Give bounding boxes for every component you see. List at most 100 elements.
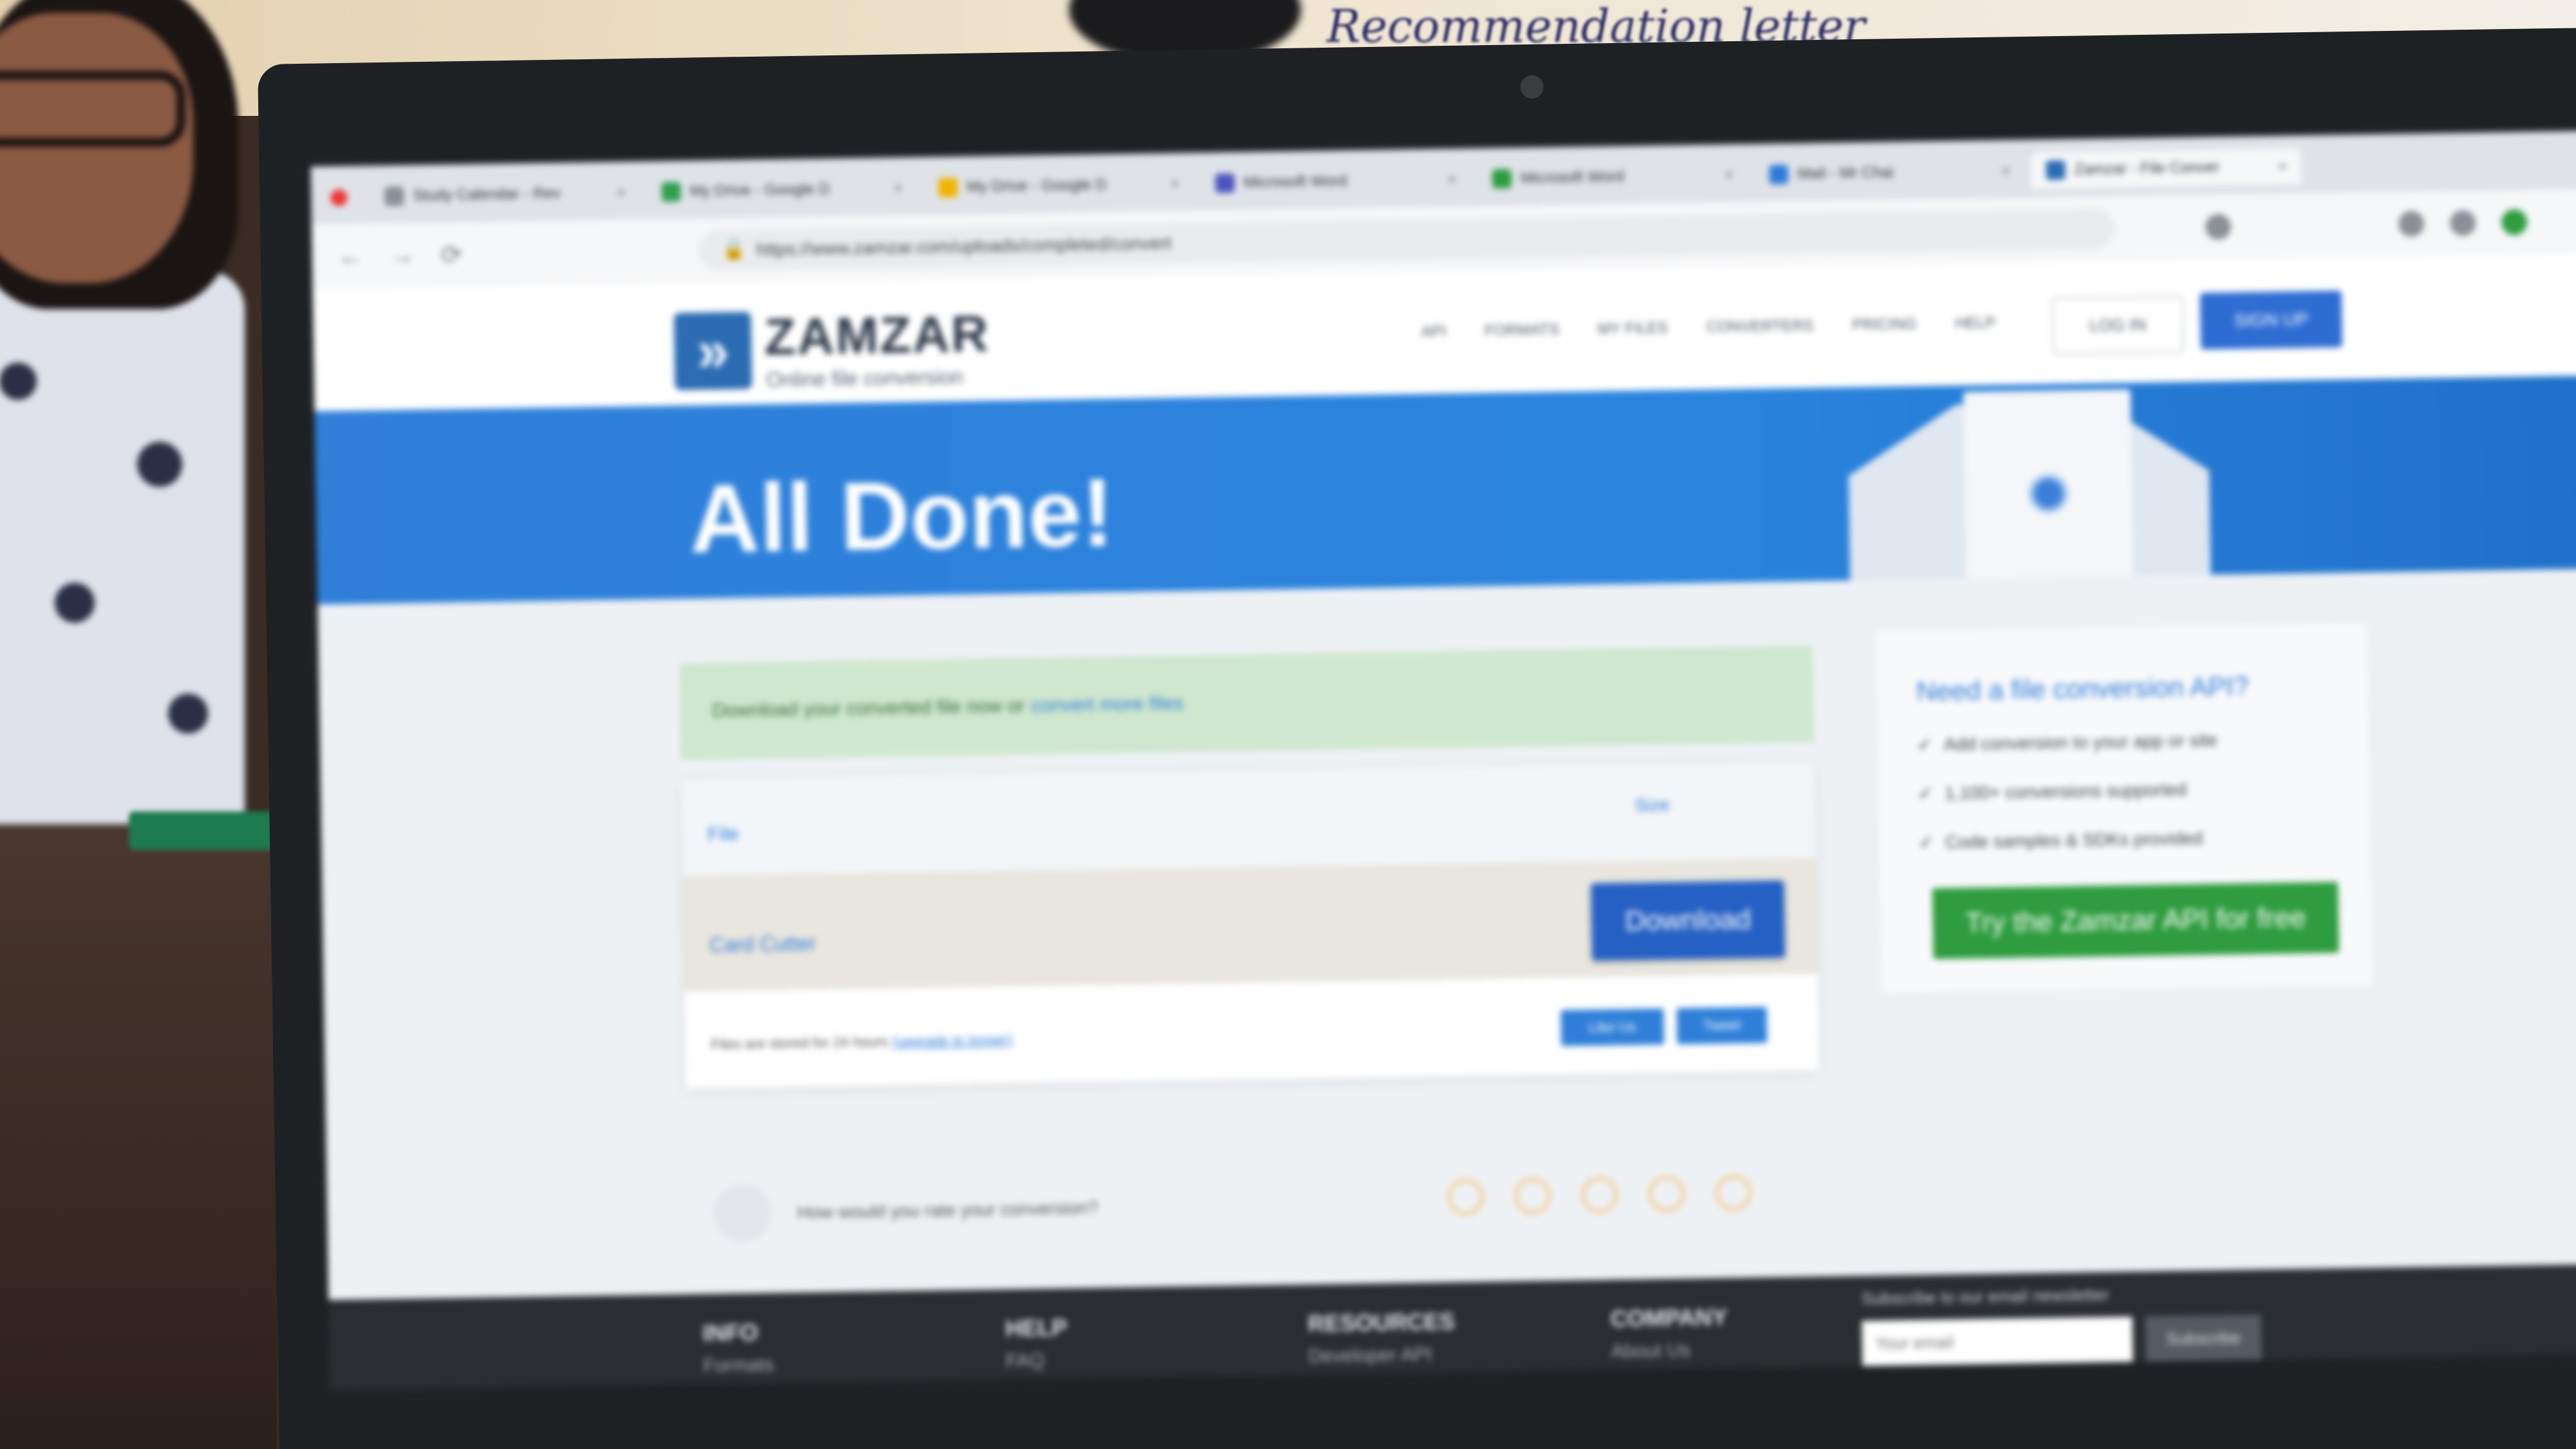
like-button[interactable]: Like Us (1560, 1008, 1665, 1046)
rating-question: How would you rate your conversion? (797, 1197, 1099, 1223)
email-input[interactable] (1861, 1316, 2134, 1367)
nav-link[interactable]: HELP (1955, 314, 1996, 333)
url-text: https://www.zamzar.com/uploads/completed… (756, 232, 1172, 260)
tab-close-icon[interactable]: × (2278, 158, 2287, 175)
rating-star-icon[interactable] (1648, 1175, 1685, 1213)
tab-favicon-icon (384, 186, 404, 206)
tab-favicon-icon (2045, 160, 2066, 180)
try-api-button[interactable]: Try the Zamzar API for free (1932, 882, 2340, 960)
api-feature-item: ✓ Code samples & SDKs provided (1918, 828, 2203, 853)
tab-close-icon[interactable]: × (894, 180, 902, 196)
person-face (0, 13, 193, 283)
file-row: Card Cutter Download (682, 858, 1818, 992)
file-name-label[interactable]: Card Cutter (709, 932, 816, 958)
tab-label: My Drive - Google D (966, 176, 1107, 196)
file-dot-icon (2029, 473, 2069, 513)
file-column-header: File (707, 823, 739, 846)
browser-tab[interactable]: Microsoft Word × (1200, 161, 1471, 202)
person-shirt (0, 270, 245, 824)
download-button[interactable]: Download (1591, 880, 1786, 961)
api-feature-item: ✓ 1,100+ conversions supported (1918, 779, 2187, 804)
webcam-icon (1520, 75, 1544, 99)
browser-tab[interactable]: Microsoft Word × (1477, 157, 1748, 198)
nav-link[interactable]: API (1421, 323, 1446, 341)
tab-favicon-icon (1215, 173, 1235, 193)
zamzar-logo-icon[interactable]: » (674, 312, 753, 390)
bookmark-icon[interactable] (2205, 213, 2231, 240)
person-glasses (0, 71, 185, 147)
storage-note-text: Files are stored for 24 hours (710, 1033, 889, 1053)
subscribe-button[interactable]: Subscribe (2145, 1314, 2262, 1362)
laptop-screen: Study Calendar - Rev × My Drive - Google D… (310, 130, 2576, 1390)
footer-link[interactable]: Formats (703, 1354, 775, 1378)
tab-close-icon[interactable]: × (2002, 162, 2010, 179)
storage-note: Files are stored for 24 hours (upgrade t… (711, 1032, 1013, 1053)
browser-tab[interactable]: Mail - Mr Chai × (1754, 153, 2025, 193)
api-feature-label: 1,100+ conversions supported (1944, 779, 2187, 803)
browser-tab[interactable]: Zamzar - File Conver × (2030, 148, 2302, 189)
tab-favicon-icon (938, 177, 958, 198)
browser-tab[interactable]: My Drive - Google D × (923, 166, 1194, 206)
nav-link[interactable]: MY FILES (1598, 319, 1668, 339)
rating-star-icon[interactable] (1514, 1177, 1551, 1215)
tab-label: My Drive - Google D (689, 180, 830, 200)
window-close-icon[interactable] (330, 189, 348, 207)
tab-favicon-icon (661, 182, 681, 202)
login-button[interactable]: LOG IN (2052, 296, 2184, 355)
tab-label: Zamzar - File Conver (2074, 158, 2220, 178)
newsletter-label: Subscribe to our email newsletter (1861, 1285, 2109, 1309)
browser-tab[interactable]: My Drive - Google D × (646, 170, 917, 211)
footer-link[interactable]: FAQ (1006, 1350, 1045, 1372)
file-table-header: File Size (681, 761, 1816, 876)
back-icon[interactable]: ← (337, 242, 364, 271)
tab-label: Microsoft Word (1243, 172, 1348, 191)
footer-link[interactable]: Developer API (1308, 1344, 1432, 1368)
tab-favicon-icon (1492, 169, 1512, 189)
forward-icon[interactable]: → (389, 241, 415, 270)
footer-link[interactable]: About Us (1611, 1340, 1690, 1363)
tab-label: Study Calendar - Rev (413, 184, 561, 205)
nav-link[interactable]: FORMATS (1484, 321, 1559, 340)
reload-icon[interactable]: ⟳ (440, 240, 462, 270)
tab-close-icon[interactable]: × (1171, 176, 1179, 193)
lock-icon: 🔒 (721, 239, 746, 261)
laptop: Study Calendar - Rev × My Drive - Google D… (258, 26, 2576, 1449)
profile-icon[interactable] (2501, 209, 2528, 236)
tweet-button[interactable]: Tweet (1676, 1007, 1768, 1045)
logo-text[interactable]: ZAMZAR (764, 304, 990, 366)
green-object (129, 811, 277, 850)
footer-column-title: INFO (702, 1319, 759, 1347)
extension-icon[interactable] (2398, 211, 2425, 237)
api-title[interactable]: Need a file conversion API? (1916, 671, 2249, 707)
rating-badge-icon (713, 1183, 772, 1243)
puzzle-icon[interactable] (2449, 209, 2476, 236)
success-message: Download your converted file now or conv… (679, 645, 1814, 760)
main-nav: API FORMATS MY FILES CONVERTERS PRICING HELP (1421, 314, 1996, 341)
footer-column-title: COMPANY (1610, 1303, 1728, 1332)
banner-title: All Done! (688, 458, 1115, 573)
signup-button[interactable]: SIGN UP (2199, 290, 2343, 350)
site-footer: INFO Formats HELP FAQ RESOURCES Developer API… (328, 1263, 2576, 1390)
api-feature-item: ✓ Add conversion to your app or site (1917, 729, 2218, 755)
browser-tab[interactable]: Study Calendar - Rev × (369, 175, 640, 215)
api-feature-label: Code samples & SDKs provided (1945, 828, 2203, 852)
tab-favicon-icon (1768, 164, 1789, 185)
nav-link[interactable]: CONVERTERS (1707, 317, 1814, 337)
tab-close-icon[interactable]: × (1725, 167, 1733, 184)
api-promo-card: Need a file conversion API? ✓ Add convers… (1877, 623, 2372, 992)
nav-link[interactable]: PRICING (1852, 316, 1917, 335)
check-icon: ✓ (1918, 832, 1935, 853)
rating-star-icon[interactable] (1447, 1179, 1484, 1216)
footer-column-title: HELP (1005, 1314, 1068, 1342)
success-text: Download your converted file now or (712, 695, 1025, 722)
rating-star-icon[interactable] (1581, 1177, 1618, 1213)
address-bar[interactable]: 🔒 https://www.zamzar.com/uploads/complet… (698, 207, 2116, 272)
rating-star-icon[interactable] (1715, 1174, 1752, 1211)
convert-more-link[interactable]: convert more files (1031, 693, 1184, 717)
size-column-header: Size (1634, 794, 1671, 815)
upgrade-link[interactable]: (upgrade to longer) (892, 1032, 1012, 1050)
tab-close-icon[interactable]: × (1448, 171, 1456, 188)
tab-close-icon[interactable]: × (617, 184, 625, 201)
tab-label: Mail - Mr Chai (1797, 164, 1894, 183)
file-card: File Size Card Cutter Download Files are… (681, 761, 1819, 1088)
